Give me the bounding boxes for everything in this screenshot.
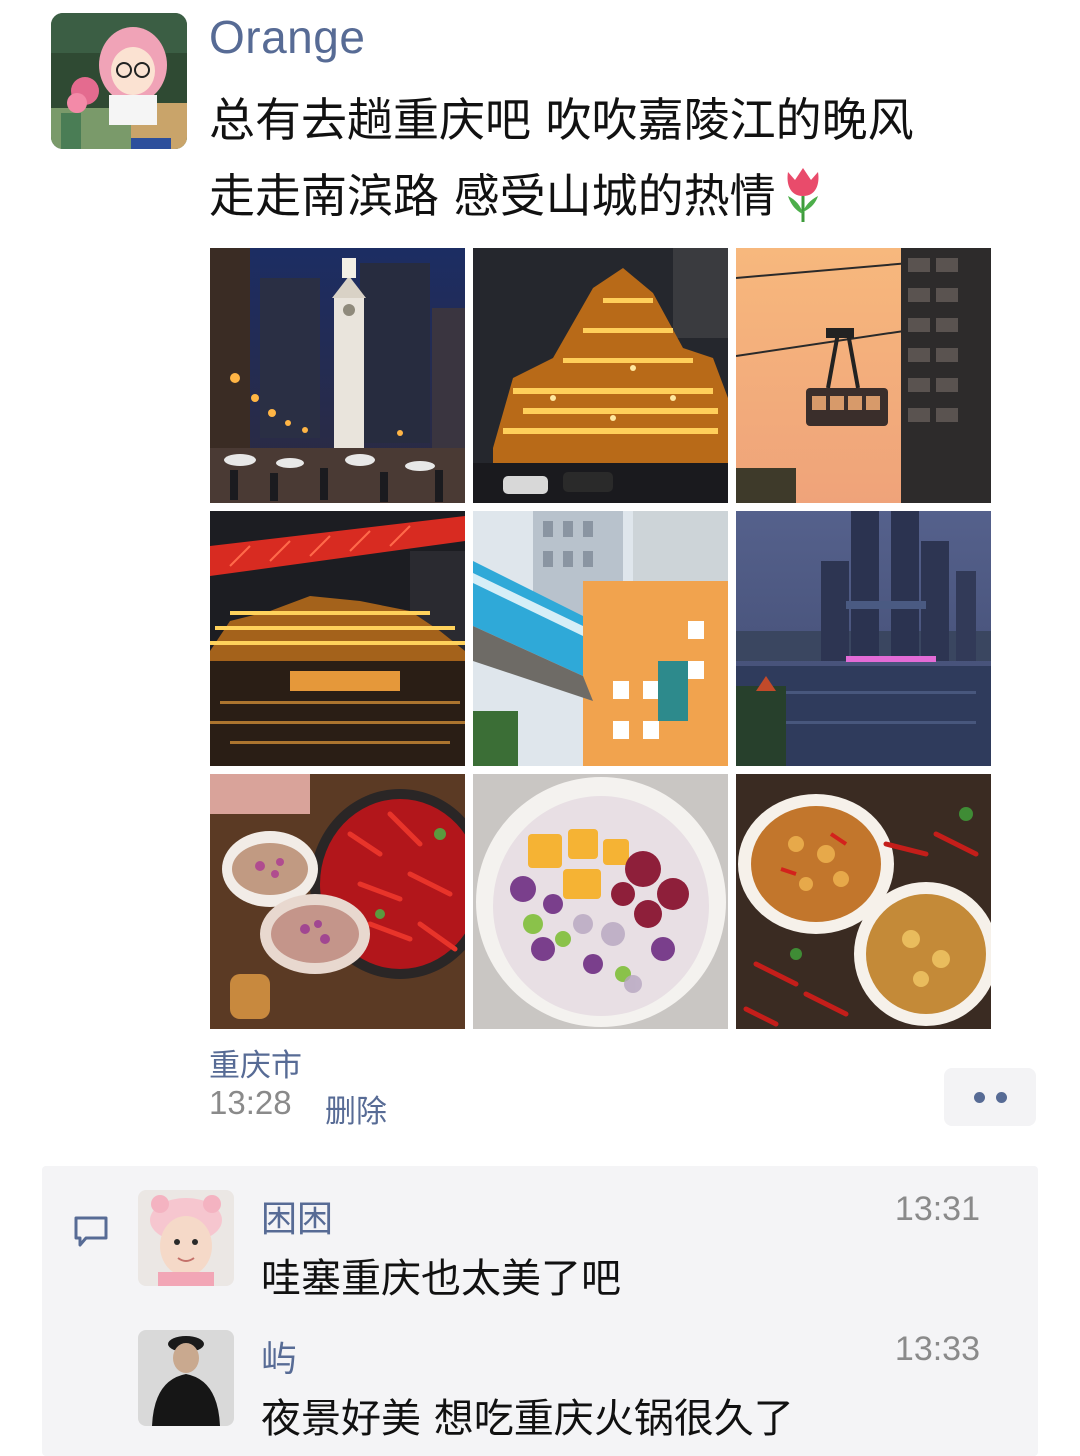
commenter-name[interactable]: 困困 (261, 1190, 333, 1242)
commenter-avatar[interactable] (138, 1190, 234, 1286)
comment-item[interactable]: 困困 13:31 哇塞重庆也太美了吧 (138, 1190, 1008, 1302)
location-link[interactable]: 重庆市 (209, 1040, 302, 1085)
photo-hotpot[interactable] (210, 774, 465, 1029)
post-text: 总有去趟重庆吧 吹吹嘉陵江的晚风 走走南滨路 感受山城的热情 (209, 82, 1049, 234)
more-dot-icon (996, 1092, 1007, 1103)
author-avatar[interactable] (51, 13, 187, 149)
photo-grid (210, 248, 992, 1029)
post-time: 13:28 (209, 1084, 292, 1121)
photo-bridge-night[interactable] (210, 511, 465, 766)
commenter-name[interactable]: 屿 (261, 1330, 297, 1382)
comment-section: 困困 13:31 哇塞重庆也太美了吧 屿 13:33 夜景好美 想吃重庆火锅很久… (42, 1166, 1038, 1456)
photo-liberation-monument[interactable] (210, 248, 465, 503)
comment-text: 哇塞重庆也太美了吧 (261, 1256, 621, 1302)
photo-hongyadong[interactable] (473, 248, 728, 503)
photo-mango-bowl[interactable] (473, 774, 728, 1029)
author-name[interactable]: Orange (209, 10, 365, 64)
comment-time: 13:33 (894, 1330, 980, 1368)
more-dot-icon (974, 1092, 985, 1103)
photo-cable-car[interactable] (736, 248, 991, 503)
photo-monorail[interactable] (473, 511, 728, 766)
photo-raffles-city[interactable] (736, 511, 991, 766)
commenter-avatar[interactable] (138, 1330, 234, 1426)
post-text-line-2: 走走南滨路 感受山城的热情 (209, 158, 1049, 234)
post-text-line: 总有去趟重庆吧 吹吹嘉陵江的晚风 (209, 93, 914, 147)
more-options-button[interactable] (944, 1068, 1036, 1126)
delete-link[interactable]: 删除 (325, 1086, 387, 1131)
comment-text: 夜景好美 想吃重庆火锅很久了 (261, 1396, 794, 1442)
tulip-emoji-icon (787, 168, 819, 222)
comment-icon (74, 1216, 108, 1247)
comment-time: 13:31 (894, 1190, 980, 1228)
comment-item[interactable]: 屿 13:33 夜景好美 想吃重庆火锅很久了 (138, 1330, 1008, 1442)
photo-spicy-noodles[interactable] (736, 774, 991, 1029)
